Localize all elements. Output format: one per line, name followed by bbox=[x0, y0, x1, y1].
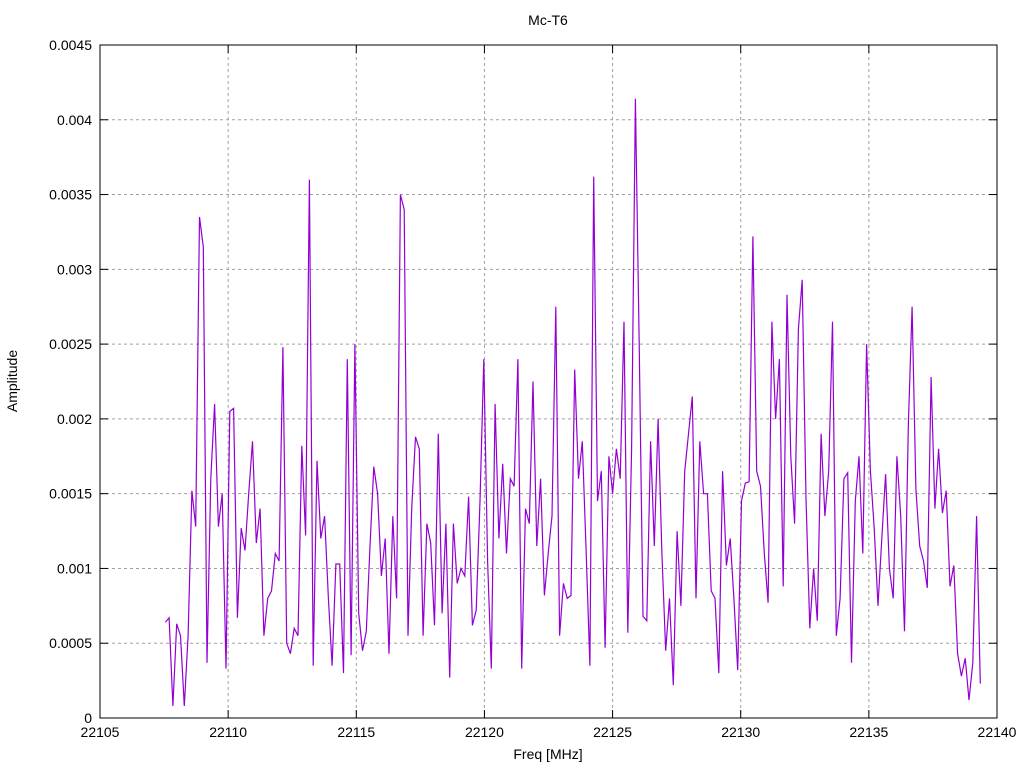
x-tick-label: 22135 bbox=[849, 724, 888, 740]
y-tick-label: 0.0025 bbox=[49, 336, 92, 352]
x-tick-label: 22110 bbox=[209, 724, 247, 740]
y-tick-label: 0.0035 bbox=[49, 187, 92, 203]
y-tick-label: 0.001 bbox=[57, 560, 92, 576]
series-layer bbox=[164, 98, 981, 707]
y-tick-label: 0.0045 bbox=[49, 37, 92, 53]
y-tick-label: 0.0005 bbox=[49, 635, 92, 651]
x-tick-label: 22105 bbox=[81, 724, 120, 740]
y-axis-label: Amplitude bbox=[4, 350, 20, 412]
amplitude-line-chart: 00.00050.0010.00150.0020.00250.0030.0035… bbox=[4, 12, 1017, 762]
y-tick-label: 0.002 bbox=[57, 411, 92, 427]
y-tick-label: 0.004 bbox=[57, 112, 92, 128]
x-tick-label: 22130 bbox=[721, 724, 760, 740]
x-axis-label: Freq [MHz] bbox=[513, 746, 582, 762]
x-tick-label: 22140 bbox=[978, 724, 1017, 740]
grid bbox=[100, 45, 997, 718]
y-tick-label: 0.003 bbox=[57, 261, 92, 277]
plot-border bbox=[99, 44, 998, 719]
y-tick-label: 0.0015 bbox=[49, 486, 92, 502]
x-tick-label: 22115 bbox=[337, 724, 375, 740]
chart-title: Mc-T6 bbox=[528, 12, 568, 28]
x-tick-label: 22120 bbox=[465, 724, 504, 740]
x-tick-label: 22125 bbox=[593, 724, 632, 740]
series-line-mc-t6 bbox=[164, 98, 981, 707]
